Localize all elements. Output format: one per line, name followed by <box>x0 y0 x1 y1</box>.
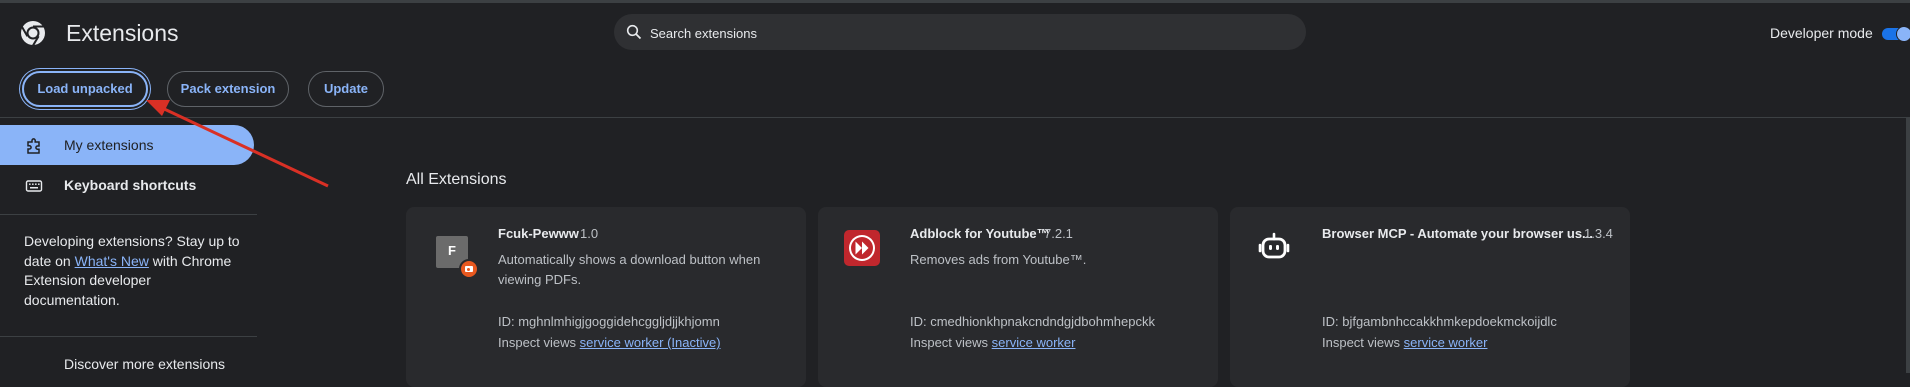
extension-icon <box>842 228 882 268</box>
search-input[interactable] <box>648 14 1292 52</box>
whats-new-link[interactable]: What's New <box>75 253 149 269</box>
pack-extension-button[interactable]: Pack extension <box>167 71 289 107</box>
extension-id: ID: cmedhionkhpnakcndndgjdbohmhepckk <box>910 314 1155 329</box>
inspect-views-label: Inspect views <box>1322 335 1401 350</box>
extension-version: 1.3.4 <box>1584 226 1613 241</box>
extension-description: Automatically shows a download button wh… <box>498 252 761 287</box>
extension-name: Browser MCP - Automate your browser us..… <box>1322 226 1593 241</box>
search-bar[interactable] <box>614 14 1306 52</box>
section-title: All Extensions <box>406 171 507 188</box>
sidebar-item-label: Keyboard shortcuts <box>64 177 197 193</box>
sidebar-divider <box>0 214 257 215</box>
extension-icon: F <box>430 228 479 279</box>
extension-id: ID: mghnlmhigjgoggidehcggljdjjkhjomn <box>498 314 720 329</box>
robot-icon <box>1258 232 1290 259</box>
inspect-views-label: Inspect views <box>498 335 577 350</box>
extension-id: ID: bjfgambnhccakkhmkepdoekmckoijdlc <box>1322 314 1557 329</box>
inspect-views-label: Inspect views <box>910 335 989 350</box>
extension-puzzle-icon <box>27 138 40 154</box>
extension-card: Browser MCP - Automate your browser us..… <box>1230 207 1630 387</box>
service-worker-link[interactable]: service worker <box>992 335 1076 350</box>
extension-version: 7.2.1 <box>1044 226 1073 241</box>
update-button[interactable]: Update <box>308 71 384 107</box>
extension-description: Removes ads from Youtube™. <box>910 252 1087 267</box>
keyboard-icon <box>25 180 43 192</box>
inspect-views: Inspect views service worker (Inactive) <box>498 335 721 350</box>
load-unpacked-button[interactable]: Load unpacked <box>22 71 148 107</box>
sidebar-promo-text: Developing extensions? Stay up to date o… <box>24 232 246 310</box>
service-worker-link[interactable]: service worker (Inactive) <box>580 335 721 350</box>
toggle-knob <box>1896 26 1910 42</box>
page-title: Extensions <box>66 20 179 46</box>
record-badge-icon <box>459 259 479 279</box>
developer-mode-toggle[interactable] <box>1882 26 1910 42</box>
discover-more-extensions-link[interactable]: Discover more extensions <box>64 356 225 372</box>
developer-mode-label: Developer mode <box>1770 25 1873 41</box>
sidebar-item-my-extensions[interactable]: My extensions <box>0 125 254 165</box>
search-icon <box>626 24 642 40</box>
extension-card: Adblock for Youtube™ 7.2.1 Removes ads f… <box>818 207 1218 387</box>
scrollbar[interactable] <box>1906 118 1910 373</box>
fast-forward-icon <box>844 230 880 266</box>
service-worker-link[interactable]: service worker <box>1404 335 1488 350</box>
toolbar-divider <box>0 117 1910 118</box>
sidebar-divider <box>0 336 257 337</box>
sidebar-item-keyboard-shortcuts[interactable]: Keyboard shortcuts <box>0 165 254 205</box>
extension-name: Adblock for Youtube™ <box>910 226 1050 241</box>
inspect-views: Inspect views service worker <box>910 335 1075 350</box>
sidebar-item-label: My extensions <box>64 137 154 153</box>
header: Extensions Developer mode <box>0 3 1910 65</box>
chrome-logo-icon <box>21 21 45 46</box>
extension-name: Fcuk-Pewww <box>498 226 579 241</box>
extension-version: 1.0 <box>580 226 599 241</box>
extension-icon <box>1254 228 1294 268</box>
extension-card: F Fcuk-Pewww 1.0 Automatically shows a d… <box>406 207 806 387</box>
inspect-views: Inspect views service worker <box>1322 335 1487 350</box>
